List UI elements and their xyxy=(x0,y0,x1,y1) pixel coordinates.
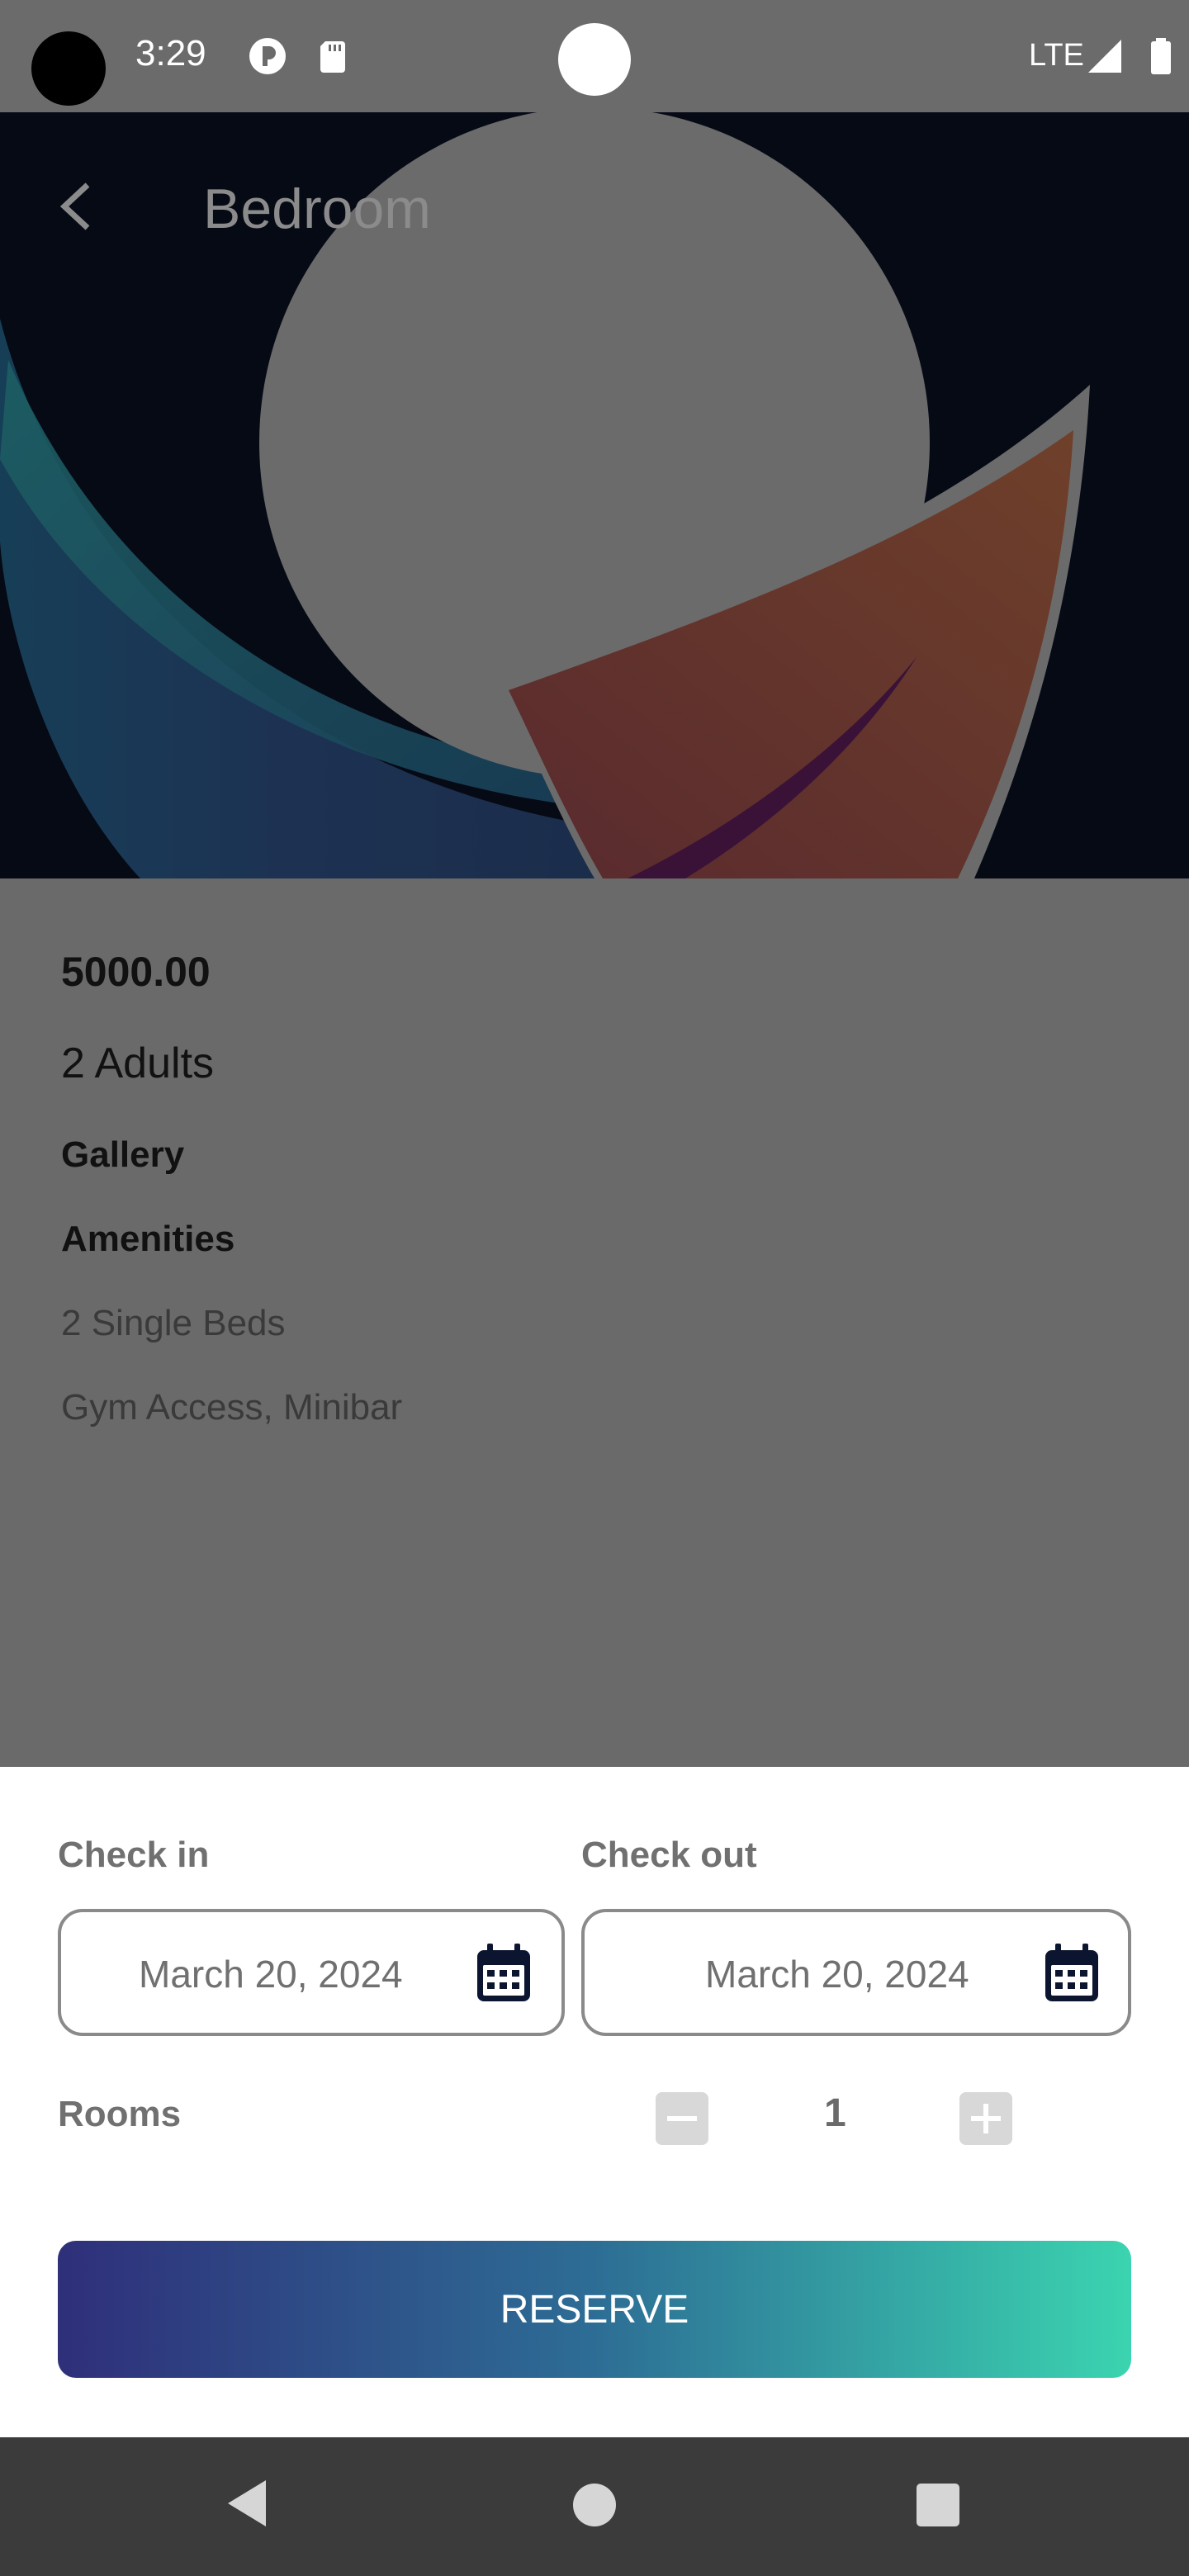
check-in-field[interactable]: March 20, 2024 xyxy=(58,1909,565,2036)
status-bar: 3:29 LTE xyxy=(0,0,1189,112)
check-in-value: March 20, 2024 xyxy=(139,1953,403,1996)
nav-recents-icon[interactable] xyxy=(915,2482,961,2528)
beds-text: 2 Single Beds xyxy=(61,1303,286,1343)
app-notification-icon xyxy=(249,38,286,74)
check-in-label: Check in xyxy=(58,1835,210,1875)
page-title: Bedroom xyxy=(203,178,431,240)
calendar-icon[interactable] xyxy=(476,1944,532,2003)
nav-back-icon[interactable] xyxy=(223,2477,272,2530)
reserve-button[interactable]: RESERVE xyxy=(58,2241,1131,2378)
network-type: LTE xyxy=(1029,38,1084,73)
room-capacity: 2 Adults xyxy=(61,1039,215,1087)
battery-icon xyxy=(1151,38,1171,74)
status-time: 3:29 xyxy=(135,33,206,73)
camera-cutout xyxy=(31,31,106,106)
calendar-icon[interactable] xyxy=(1044,1944,1100,2003)
check-out-field[interactable]: March 20, 2024 xyxy=(581,1909,1131,2036)
check-out-value: March 20, 2024 xyxy=(705,1953,969,1996)
gallery-heading: Gallery xyxy=(61,1134,185,1175)
amenities-text: Gym Access, Minibar xyxy=(61,1387,403,1428)
rooms-label: Rooms xyxy=(58,2094,182,2134)
nav-home-icon[interactable] xyxy=(571,2482,618,2528)
increment-rooms-button[interactable] xyxy=(959,2092,1012,2145)
camera-dot xyxy=(558,23,631,96)
signal-icon xyxy=(1088,40,1121,73)
reserve-button-label: RESERVE xyxy=(500,2288,689,2332)
amenities-heading: Amenities xyxy=(61,1219,235,1259)
check-out-label: Check out xyxy=(581,1835,757,1875)
room-hero-image xyxy=(0,112,1189,878)
back-arrow-icon[interactable] xyxy=(51,180,104,233)
sd-card-icon xyxy=(320,41,345,73)
system-nav-bar xyxy=(0,2437,1189,2576)
rooms-count: 1 xyxy=(824,2091,846,2135)
decrement-rooms-button[interactable] xyxy=(656,2092,708,2145)
room-price: 5000.00 xyxy=(61,949,211,995)
